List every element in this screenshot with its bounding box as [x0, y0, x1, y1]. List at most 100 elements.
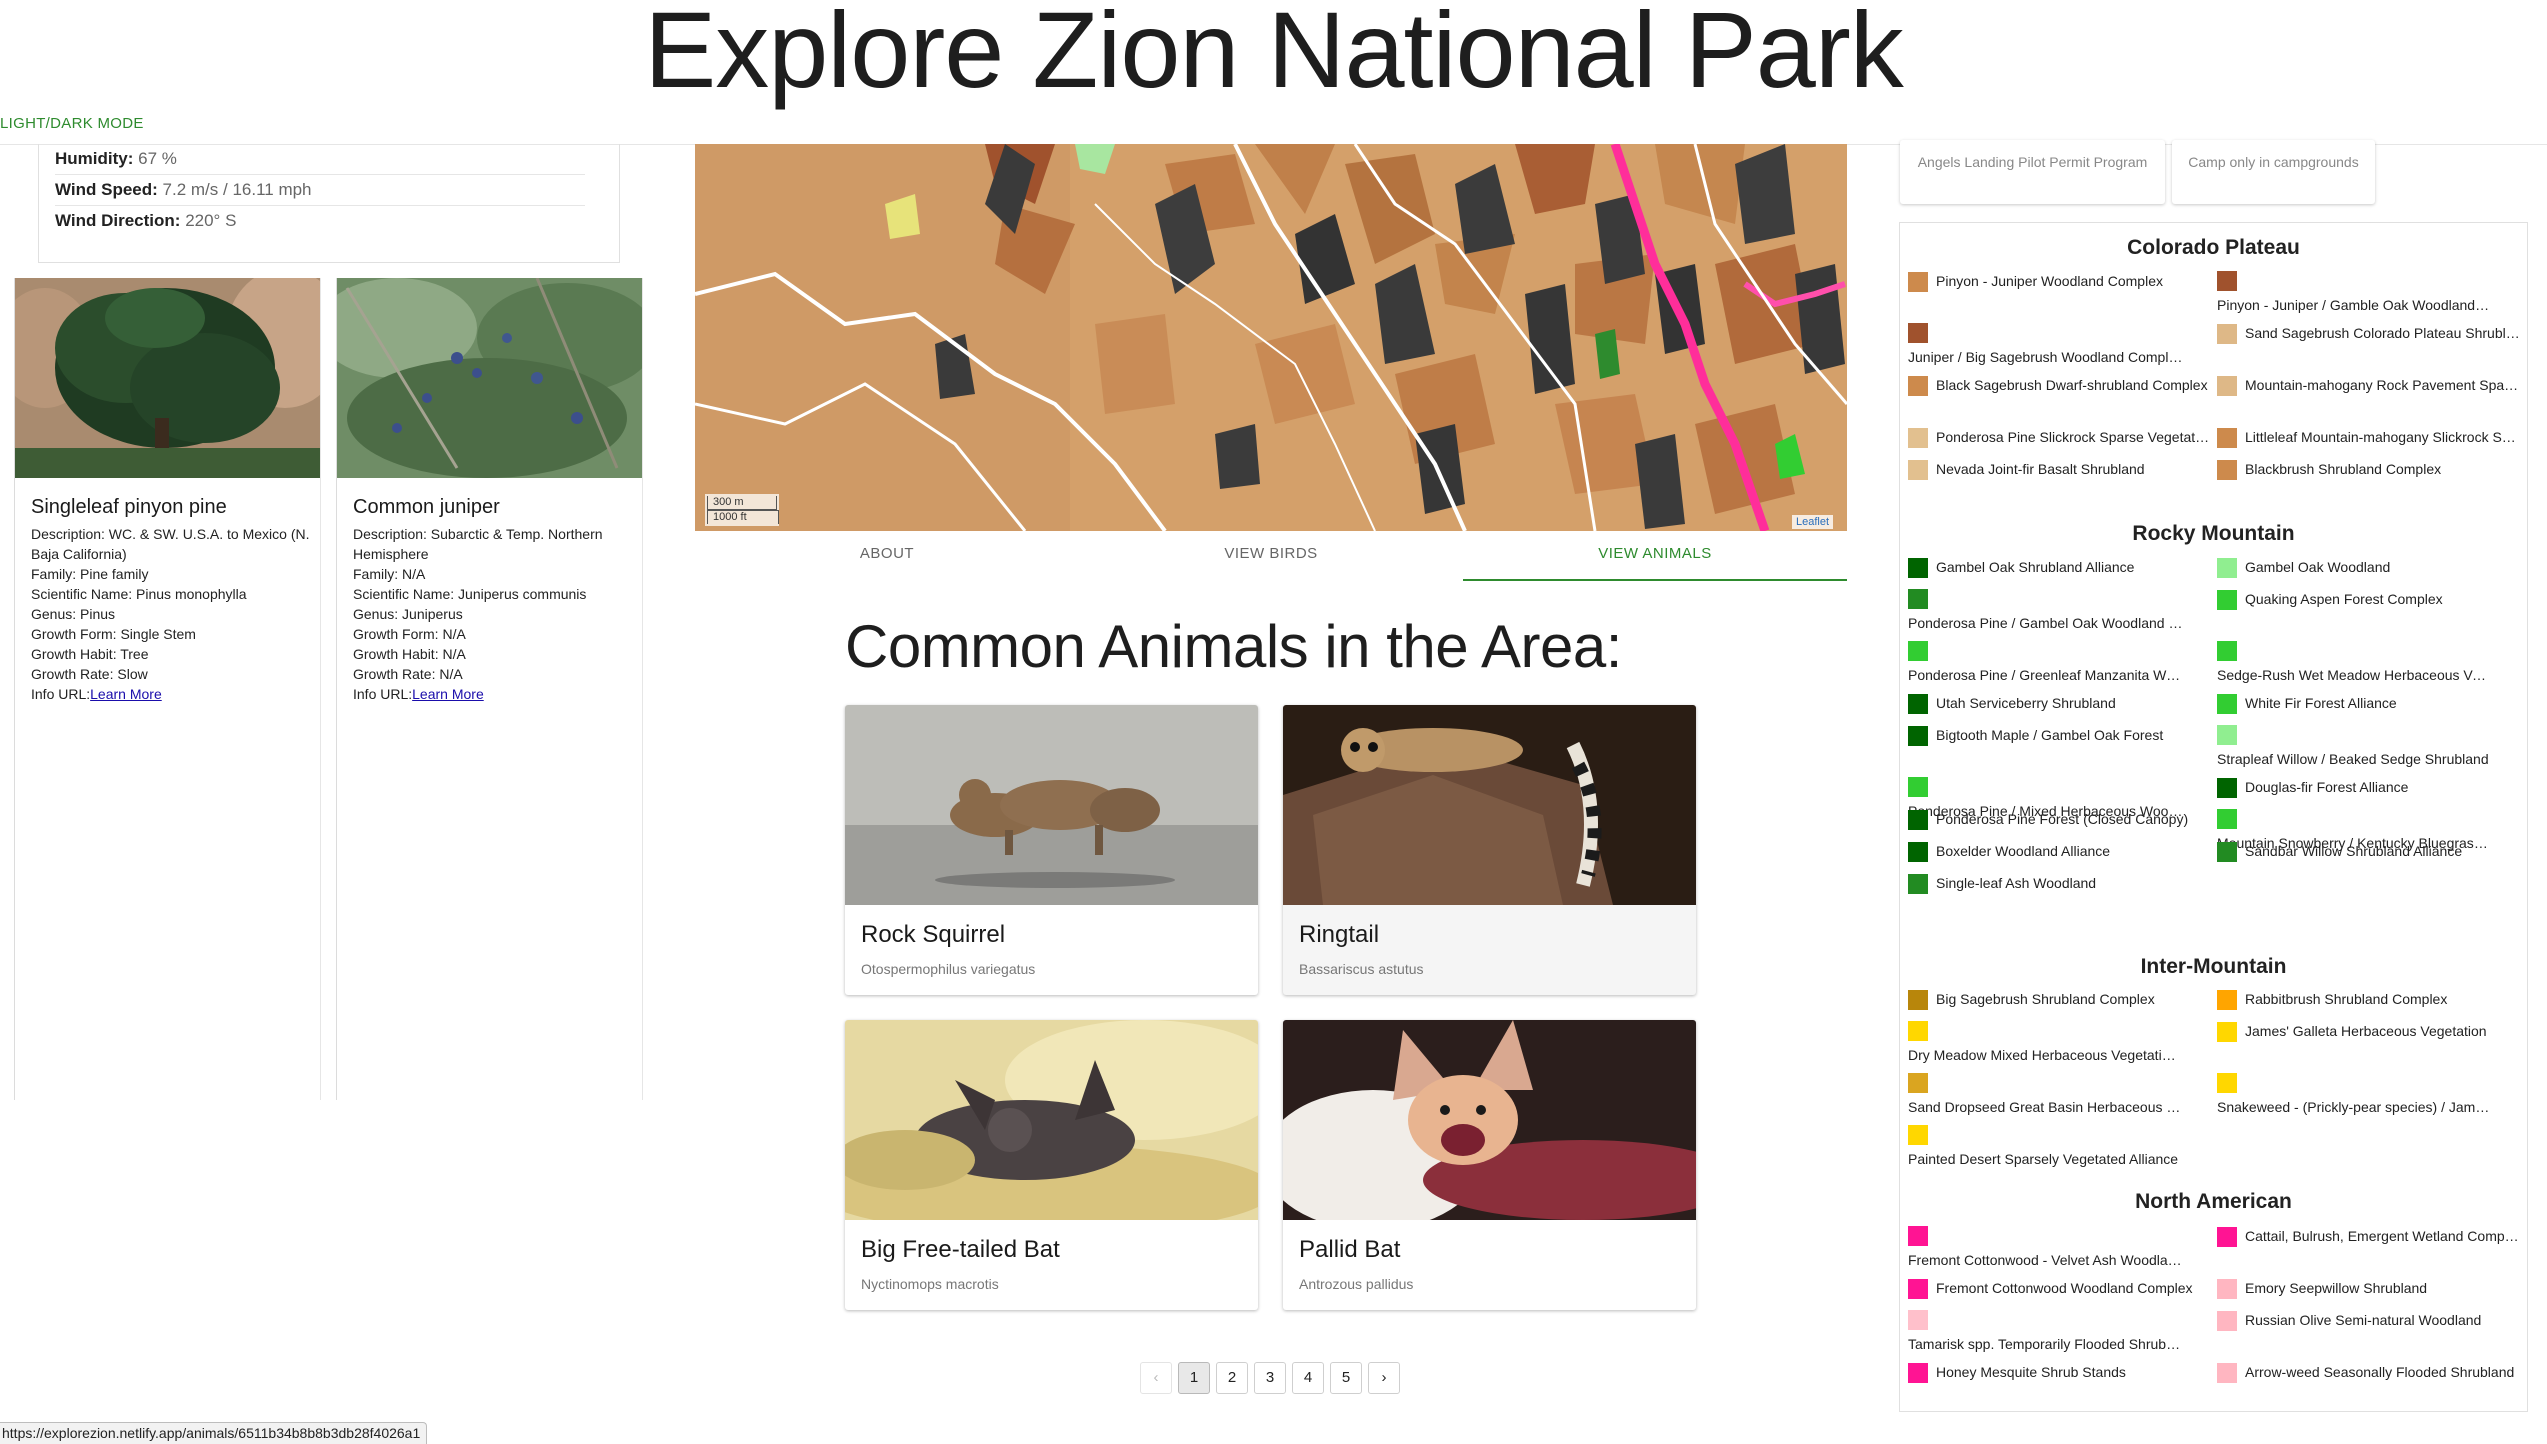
legend-item: Arrow-weed Seasonally Flooded Shrubland [2217, 1362, 2517, 1384]
legend-swatch [1908, 1125, 1928, 1145]
legend-swatch [1908, 589, 1928, 609]
legend-section-title: Colorado Plateau [2127, 236, 2300, 259]
legend-swatch [2217, 694, 2237, 714]
status-bar-url: https://explorezion.netlify.app/animals/… [0, 1422, 428, 1444]
learn-more-link[interactable]: Learn More [412, 686, 484, 702]
page-button-3[interactable]: 3 [1254, 1362, 1286, 1394]
legend-swatch [1908, 874, 1928, 894]
plant-genus: Genus: Pinus [31, 606, 116, 622]
legend-label: Pinyon - Juniper / Gamble Oak Woodland C… [2217, 297, 2492, 313]
legend-swatch [2217, 725, 2237, 745]
legend-label: Littleleaf Mountain-mahogany Slickrock S… [2245, 429, 2520, 445]
plant-growth-form: Growth Form: Single Stem [31, 626, 196, 642]
plant-scientific-name: Scientific Name: Juniperus communis [353, 586, 587, 602]
legend-label: Sandbar Willow Shrubland Alliance [2245, 843, 2463, 859]
pallid-bat-photo [1283, 1020, 1696, 1220]
prev-page-button[interactable]: ‹ [1140, 1362, 1172, 1394]
tab-view-birds[interactable]: VIEW BIRDS [1079, 535, 1463, 579]
legend-swatch [1908, 810, 1928, 830]
legend-swatch [1908, 1073, 1928, 1093]
legend-swatch [1908, 694, 1928, 714]
plant-info-url: Info URL:Learn More [31, 684, 311, 704]
legend-item: Nevada Joint-fir Basalt Shrubland [1908, 459, 2208, 481]
legend-item: Big Sagebrush Shrubland Complex [1908, 989, 2208, 1011]
legend-item: Emory Seepwillow Shrubland [2217, 1278, 2517, 1300]
legend-swatch [1908, 1363, 1928, 1383]
legend-swatch [2217, 842, 2237, 862]
legend-item: Tamarisk spp. Temporarily Flooded Shrubl… [1908, 1310, 2208, 1356]
legend-swatch [2217, 1227, 2237, 1247]
map-attribution-link[interactable]: Leaflet [1792, 515, 1834, 529]
plant-growth-rate: Growth Rate: Slow [31, 666, 148, 682]
section-heading: Common Animals in the Area: [845, 613, 1622, 680]
scale-imperial-label: 1000 ft [713, 511, 747, 523]
legend-section-title: Inter-Mountain [2140, 955, 2287, 978]
legend-label: Gambel Oak Woodland [2245, 559, 2391, 575]
animal-card-big-free-tailed-bat[interactable]: Big Free-tailed Bat Nyctinomops macrotis [845, 1020, 1258, 1310]
humidity-row: Humidity: 67 % [55, 144, 585, 175]
legend-item: Strapleaf Willow / Beaked Sedge Shrublan… [2217, 725, 2517, 771]
legend-item: Gambel Oak Woodland [2217, 557, 2517, 579]
big-free-tailed-bat-photo [845, 1020, 1258, 1220]
legend-swatch [1908, 842, 1928, 862]
legend-swatch [2217, 778, 2237, 798]
plant-name: Singleleaf pinyon pine [31, 496, 227, 518]
legend-item: Ponderosa Pine / Gambel Oak Woodland Com… [1908, 589, 2208, 635]
legend-item: Russian Olive Semi-natural Woodland [2217, 1310, 2517, 1332]
animal-name: Pallid Bat [1299, 1236, 1401, 1263]
legend-swatch [1908, 726, 1928, 746]
legend-swatch [2217, 558, 2237, 578]
page-button-5[interactable]: 5 [1330, 1362, 1362, 1394]
tab-bar: ABOUT VIEW BIRDS VIEW ANIMALS [695, 535, 1847, 581]
tab-view-animals[interactable]: VIEW ANIMALS [1463, 535, 1847, 581]
legend-swatch [2217, 641, 2237, 661]
legend-swatch [2217, 376, 2237, 396]
legend-item: Honey Mesquite Shrub Stands [1908, 1362, 2208, 1384]
legend-item: Sand Sagebrush Colorado Plateau Shrublan… [2217, 323, 2520, 345]
legend-item: Littleleaf Mountain-mahogany Slickrock S… [2217, 427, 2520, 449]
animal-scientific-name: Antrozous pallidus [1299, 1276, 1414, 1292]
legend-item: Ponderosa Pine Slickrock Sparse Vegetati… [1908, 427, 2211, 449]
legend-label: Ponderosa Pine / Gambel Oak Woodland Com… [1908, 615, 2183, 631]
theme-toggle-button[interactable]: LIGHT/DARK MODE [0, 115, 144, 132]
vegetation-map[interactable] [695, 144, 1847, 531]
plant-card: Common juniper Description: Subarctic & … [336, 278, 643, 1100]
legend-swatch [2217, 428, 2237, 448]
animal-name: Big Free-tailed Bat [861, 1236, 1060, 1263]
vegetation-legend: Colorado Plateau Rocky Mountain Inter-Mo… [1899, 222, 2528, 1412]
legend-label: Pinyon - Juniper Woodland Complex [1936, 273, 2163, 289]
legend-item: Sand Dropseed Great Basin Herbaceous Veg… [1908, 1073, 2208, 1119]
plant-growth-rate: Growth Rate: N/A [353, 666, 463, 682]
legend-label: Sedge-Rush Wet Meadow Herbaceous Vegeta.… [2217, 667, 2492, 683]
page-button-4[interactable]: 4 [1292, 1362, 1324, 1394]
humidity-label: Humidity: [55, 149, 134, 168]
legend-item: Cattail, Bulrush, Emergent Wetland Compl… [2217, 1226, 2520, 1248]
next-page-button[interactable]: › [1368, 1362, 1400, 1394]
page-button-2[interactable]: 2 [1216, 1362, 1248, 1394]
legend-swatch [2217, 324, 2237, 344]
notice-card-permit[interactable]: Angels Landing Pilot Permit Program [1900, 140, 2165, 204]
plant-growth-habit: Growth Habit: N/A [353, 646, 466, 662]
plant-details: Description: Subarctic & Temp. Northern … [353, 524, 633, 704]
legend-item: Pinyon - Juniper Woodland Complex [1908, 271, 2208, 293]
legend-label: Honey Mesquite Shrub Stands [1936, 1364, 2126, 1380]
map-scale-bar: 300 m 1000 ft [705, 494, 779, 526]
legend-label: Sand Sagebrush Colorado Plateau Shrublan… [2245, 325, 2520, 341]
legend-item: Sedge-Rush Wet Meadow Herbaceous Vegeta.… [2217, 641, 2517, 687]
animal-name: Rock Squirrel [861, 921, 1006, 948]
scale-bar-imperial: 1000 ft [707, 510, 779, 524]
page-button-1[interactable]: 1 [1178, 1362, 1210, 1394]
legend-swatch [1908, 323, 1928, 343]
legend-section-title: North American [2135, 1190, 2292, 1213]
animal-card-rock-squirrel[interactable]: Rock Squirrel Otospermophilus variegatus [845, 705, 1258, 995]
legend-swatch [1908, 376, 1928, 396]
legend-label: Bigtooth Maple / Gambel Oak Forest [1936, 727, 2164, 743]
legend-swatch [1908, 558, 1928, 578]
animal-scientific-name: Otospermophilus variegatus [861, 961, 1036, 977]
learn-more-link[interactable]: Learn More [90, 686, 162, 702]
animal-scientific-name: Nyctinomops macrotis [861, 1276, 999, 1292]
animal-card-pallid-bat[interactable]: Pallid Bat Antrozous pallidus [1283, 1020, 1696, 1310]
notice-card-camping[interactable]: Camp only in campgrounds [2172, 140, 2375, 204]
tab-about[interactable]: ABOUT [695, 535, 1079, 579]
animal-card-ringtail[interactable]: Ringtail Bassariscus astutus [1283, 705, 1696, 995]
